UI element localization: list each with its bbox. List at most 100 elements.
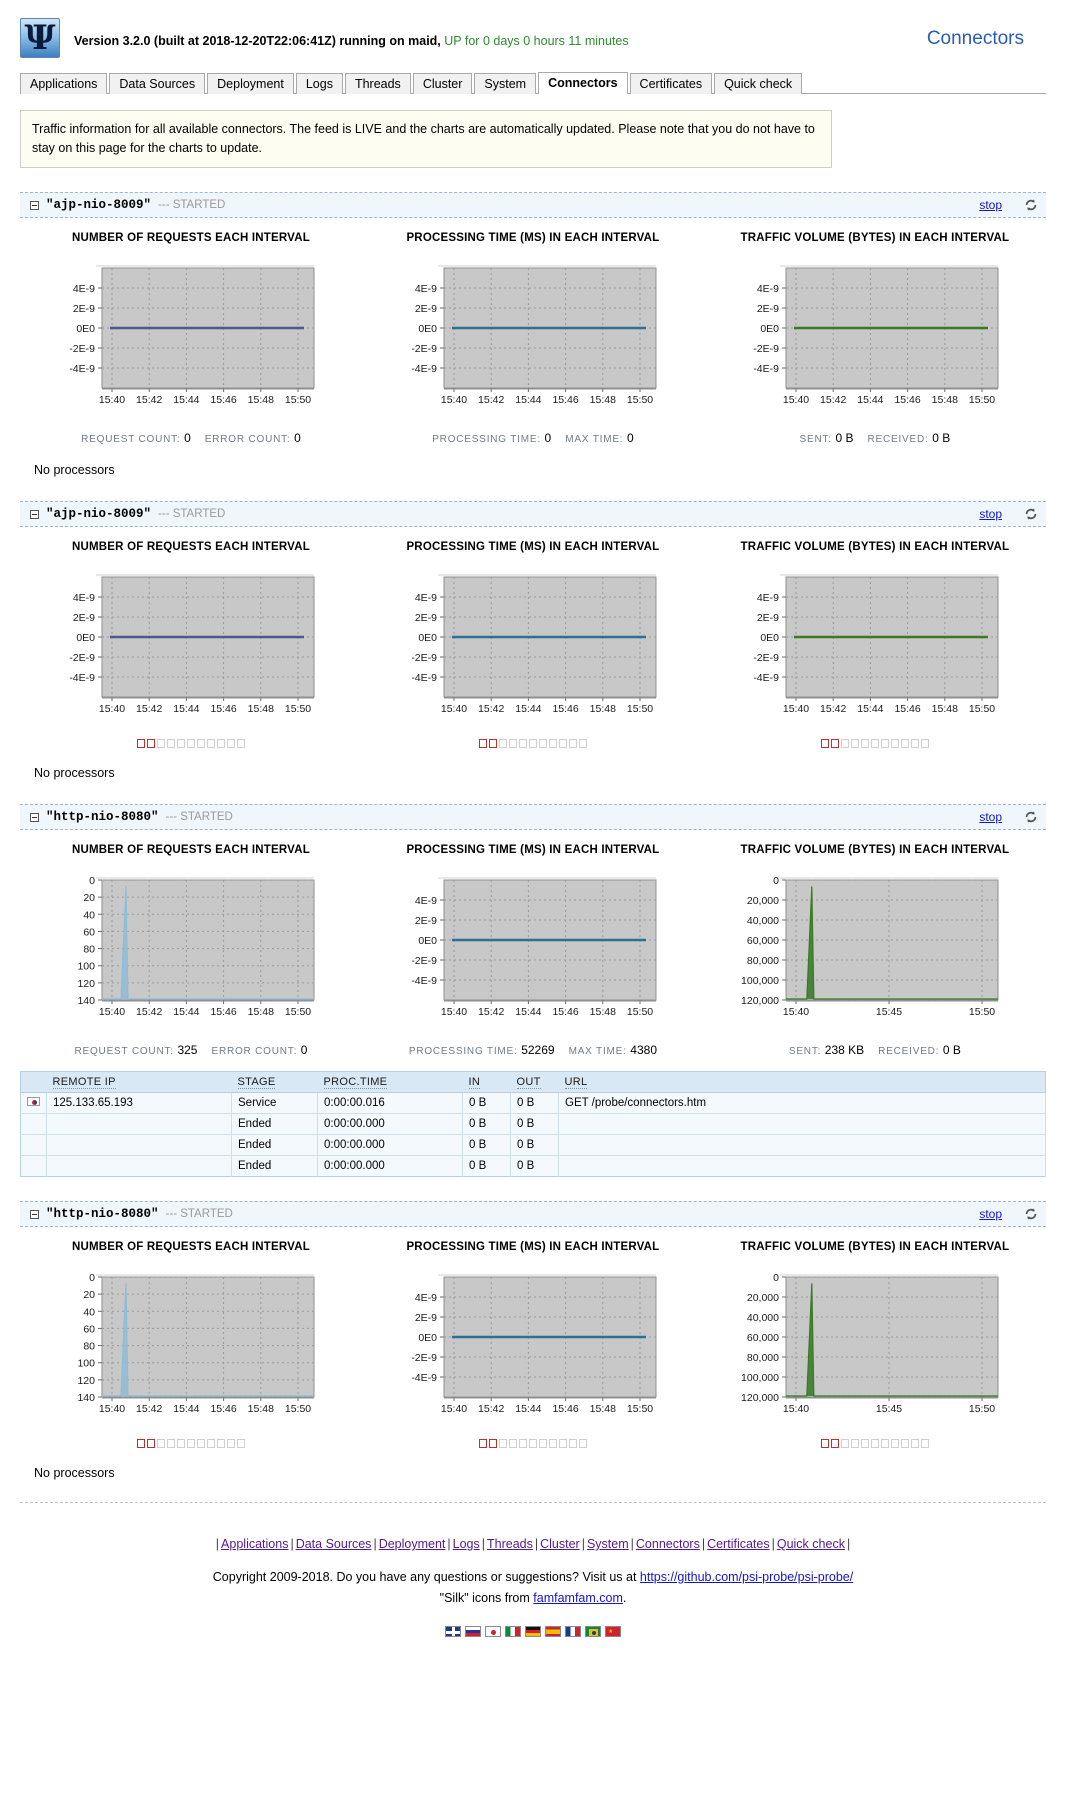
th-out[interactable]: OUT bbox=[510, 1071, 559, 1093]
pager-cell[interactable] bbox=[508, 739, 517, 748]
pager-cell[interactable] bbox=[166, 739, 175, 748]
pager-cell[interactable] bbox=[840, 1439, 849, 1448]
pager-cell[interactable] bbox=[870, 1439, 879, 1448]
pager-cell[interactable] bbox=[870, 739, 879, 748]
stop-link[interactable]: stop bbox=[979, 198, 1002, 212]
tab-connectors[interactable]: Connectors bbox=[538, 72, 628, 94]
pager-cell[interactable] bbox=[186, 1439, 195, 1448]
pager-cell[interactable] bbox=[146, 739, 155, 748]
pager-cell[interactable] bbox=[146, 1439, 155, 1448]
pager-cell[interactable] bbox=[236, 739, 245, 748]
tab-applications[interactable]: Applications bbox=[20, 73, 108, 94]
th-in[interactable]: IN bbox=[462, 1071, 511, 1093]
br-flag-icon[interactable] bbox=[585, 1626, 601, 1637]
pager-cell[interactable] bbox=[206, 1439, 215, 1448]
pager-cell[interactable] bbox=[136, 739, 145, 748]
pager-cell[interactable] bbox=[478, 1439, 487, 1448]
pager-cell[interactable] bbox=[206, 739, 215, 748]
pager-cell[interactable] bbox=[900, 739, 909, 748]
stop-link[interactable]: stop bbox=[979, 1207, 1002, 1221]
pager-cell[interactable] bbox=[538, 739, 547, 748]
collapse-toggle-icon[interactable] bbox=[30, 1209, 39, 1219]
pager-cell[interactable] bbox=[910, 739, 919, 748]
pager-cell[interactable] bbox=[498, 739, 507, 748]
ru-flag-icon[interactable] bbox=[465, 1626, 481, 1637]
pager-cell[interactable] bbox=[186, 739, 195, 748]
footer-link-system[interactable]: System bbox=[587, 1537, 629, 1551]
th-remote-ip[interactable]: REMOTE IP bbox=[46, 1071, 232, 1093]
pager-cell[interactable] bbox=[920, 739, 929, 748]
pager-cell[interactable] bbox=[518, 739, 527, 748]
it-flag-icon[interactable] bbox=[505, 1626, 521, 1637]
pager-cell[interactable] bbox=[920, 1439, 929, 1448]
pager-cell[interactable] bbox=[538, 1439, 547, 1448]
footer-link-threads[interactable]: Threads bbox=[487, 1537, 533, 1551]
tab-deployment[interactable]: Deployment bbox=[207, 73, 294, 94]
pager-cell[interactable] bbox=[568, 739, 577, 748]
tab-threads[interactable]: Threads bbox=[344, 73, 411, 94]
pager-cell[interactable] bbox=[860, 739, 869, 748]
gb-flag-icon[interactable] bbox=[445, 1626, 461, 1637]
pager-cell[interactable] bbox=[568, 1439, 577, 1448]
pager-cell[interactable] bbox=[880, 1439, 889, 1448]
pager-cell[interactable] bbox=[850, 1439, 859, 1448]
pager-cell[interactable] bbox=[880, 739, 889, 748]
tab-logs[interactable]: Logs bbox=[295, 73, 343, 94]
pager-cell[interactable] bbox=[196, 1439, 205, 1448]
pager-cell[interactable] bbox=[156, 1439, 165, 1448]
pager-cell[interactable] bbox=[830, 739, 839, 748]
pager-cell[interactable] bbox=[900, 1439, 909, 1448]
th-stage[interactable]: STAGE bbox=[231, 1071, 318, 1093]
pager-cell[interactable] bbox=[176, 1439, 185, 1448]
pager-cell[interactable] bbox=[820, 1439, 829, 1448]
pager-cell[interactable] bbox=[518, 1439, 527, 1448]
pager-cell[interactable] bbox=[850, 739, 859, 748]
refresh-icon[interactable] bbox=[1024, 198, 1038, 212]
cn-flag-icon[interactable]: ★ bbox=[605, 1626, 621, 1637]
footer-link-logs[interactable]: Logs bbox=[453, 1537, 480, 1551]
pager-cell[interactable] bbox=[578, 739, 587, 748]
pager-cell[interactable] bbox=[226, 1439, 235, 1448]
footer-link-deployment[interactable]: Deployment bbox=[379, 1537, 446, 1551]
footer-link-cluster[interactable]: Cluster bbox=[540, 1537, 580, 1551]
footer-link-certificates[interactable]: Certificates bbox=[707, 1537, 770, 1551]
pager-cell[interactable] bbox=[910, 1439, 919, 1448]
pager-cell[interactable] bbox=[820, 739, 829, 748]
pager-cell[interactable] bbox=[226, 739, 235, 748]
footer-link-data-sources[interactable]: Data Sources bbox=[296, 1537, 372, 1551]
stop-link[interactable]: stop bbox=[979, 507, 1002, 521]
pager-cell[interactable] bbox=[488, 1439, 497, 1448]
th-url[interactable]: URL bbox=[558, 1071, 1046, 1093]
pager-cell[interactable] bbox=[488, 739, 497, 748]
tab-certificates[interactable]: Certificates bbox=[629, 73, 713, 94]
jp-flag-icon[interactable] bbox=[485, 1626, 501, 1637]
tab-quick-check[interactable]: Quick check bbox=[714, 73, 803, 94]
pager-cell[interactable] bbox=[578, 1439, 587, 1448]
pager-cell[interactable] bbox=[830, 1439, 839, 1448]
collapse-toggle-icon[interactable] bbox=[30, 200, 39, 210]
pager-cell[interactable] bbox=[558, 739, 567, 748]
pager-cell[interactable] bbox=[890, 1439, 899, 1448]
pager-cell[interactable] bbox=[840, 739, 849, 748]
pager-cell[interactable] bbox=[196, 739, 205, 748]
pager-cell[interactable] bbox=[548, 739, 557, 748]
tab-system[interactable]: System bbox=[474, 73, 537, 94]
fr-flag-icon[interactable] bbox=[565, 1626, 581, 1637]
pager-cell[interactable] bbox=[166, 1439, 175, 1448]
github-link[interactable]: https://github.com/psi-probe/psi-probe/ bbox=[640, 1570, 853, 1584]
es-flag-icon[interactable] bbox=[545, 1626, 561, 1637]
famfamfam-link[interactable]: famfamfam.com bbox=[533, 1591, 623, 1605]
refresh-icon[interactable] bbox=[1024, 810, 1038, 824]
pager-cell[interactable] bbox=[176, 739, 185, 748]
pager-cell[interactable] bbox=[498, 1439, 507, 1448]
pager-cell[interactable] bbox=[478, 739, 487, 748]
refresh-icon[interactable] bbox=[1024, 1207, 1038, 1221]
pager-cell[interactable] bbox=[216, 1439, 225, 1448]
footer-link-connectors[interactable]: Connectors bbox=[636, 1537, 700, 1551]
footer-link-quick-check[interactable]: Quick check bbox=[777, 1537, 845, 1551]
de-flag-icon[interactable] bbox=[525, 1626, 541, 1637]
pager-cell[interactable] bbox=[548, 1439, 557, 1448]
pager-cell[interactable] bbox=[528, 1439, 537, 1448]
collapse-toggle-icon[interactable] bbox=[30, 812, 39, 822]
pager-cell[interactable] bbox=[156, 739, 165, 748]
